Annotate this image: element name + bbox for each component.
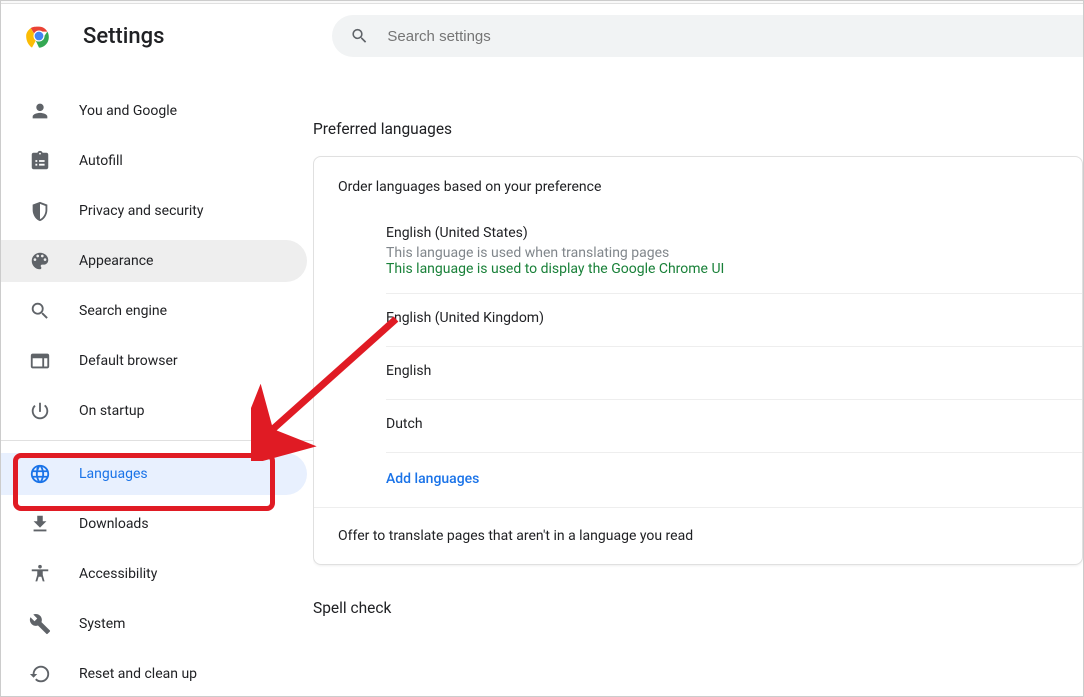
chrome-logo-icon [25, 22, 53, 50]
sidebar-item-you-and-google[interactable]: You and Google [1, 90, 307, 132]
page-title: Settings [83, 24, 164, 49]
search-icon [29, 300, 51, 322]
sidebar-item-accessibility[interactable]: Accessibility [1, 553, 307, 595]
power-icon [29, 400, 51, 422]
spell-check-title: Spell check [313, 599, 1083, 617]
browser-icon [29, 350, 51, 372]
sidebar-item-system[interactable]: System [1, 603, 307, 645]
shield-icon [29, 200, 51, 222]
sidebar-item-reset[interactable]: Reset and clean up [1, 653, 307, 695]
person-icon [29, 100, 51, 122]
add-languages-button[interactable]: Add languages [386, 453, 1082, 507]
search-settings-input[interactable] [332, 15, 1083, 57]
language-row[interactable]: English (United States) This language is… [386, 209, 1082, 294]
language-name: English (United Kingdom) [386, 310, 1082, 326]
sidebar-item-label: Reset and clean up [79, 666, 197, 682]
sidebar-item-label: Autofill [79, 153, 123, 169]
sidebar-item-search-engine[interactable]: Search engine [1, 290, 307, 332]
sidebar-item-label: Downloads [79, 516, 149, 532]
preferred-languages-card: Order languages based on your preference… [313, 156, 1083, 565]
search-icon [350, 26, 369, 46]
order-languages-text: Order languages based on your preference [314, 175, 1082, 209]
search-field[interactable] [387, 28, 1065, 45]
language-name: English (United States) [386, 225, 1082, 241]
sidebar-item-label: Privacy and security [79, 203, 203, 219]
language-name: English [386, 363, 1082, 379]
clipboard-icon [29, 150, 51, 172]
language-name: Dutch [386, 416, 1082, 432]
accessibility-icon [29, 563, 51, 585]
sidebar-item-label: Languages [79, 466, 148, 482]
header: Settings [1, 4, 1083, 68]
sidebar-item-on-startup[interactable]: On startup [1, 390, 307, 432]
language-row[interactable]: English (United Kingdom) [386, 294, 1082, 347]
sidebar-item-autofill[interactable]: Autofill [1, 140, 307, 182]
wrench-icon [29, 613, 51, 635]
main-content: Preferred languages Order languages base… [313, 68, 1083, 696]
globe-icon [29, 463, 51, 485]
sidebar: You and Google Autofill Privacy and secu… [1, 68, 313, 696]
translate-toggle-row[interactable]: Offer to translate pages that aren't in … [314, 507, 1082, 564]
sidebar-item-label: Search engine [79, 303, 167, 319]
sidebar-item-label: Appearance [79, 253, 153, 269]
preferred-languages-title: Preferred languages [313, 120, 1083, 138]
sidebar-item-downloads[interactable]: Downloads [1, 503, 307, 545]
sidebar-item-label: Accessibility [79, 566, 157, 582]
language-row[interactable]: English [386, 347, 1082, 400]
palette-icon [29, 250, 51, 272]
language-subtext-ui: This language is used to display the Goo… [386, 261, 1082, 277]
restore-icon [29, 663, 51, 685]
sidebar-item-languages[interactable]: Languages [1, 453, 307, 495]
sidebar-item-label: System [79, 616, 125, 632]
sidebar-item-privacy[interactable]: Privacy and security [1, 190, 307, 232]
sidebar-divider [1, 440, 313, 441]
sidebar-item-label: On startup [79, 403, 145, 419]
sidebar-item-appearance[interactable]: Appearance [1, 240, 307, 282]
language-row[interactable]: Dutch [386, 400, 1082, 453]
language-subtext: This language is used when translating p… [386, 245, 1082, 261]
download-icon [29, 513, 51, 535]
sidebar-item-default-browser[interactable]: Default browser [1, 340, 307, 382]
sidebar-item-label: You and Google [79, 103, 177, 119]
sidebar-item-label: Default browser [79, 353, 178, 369]
